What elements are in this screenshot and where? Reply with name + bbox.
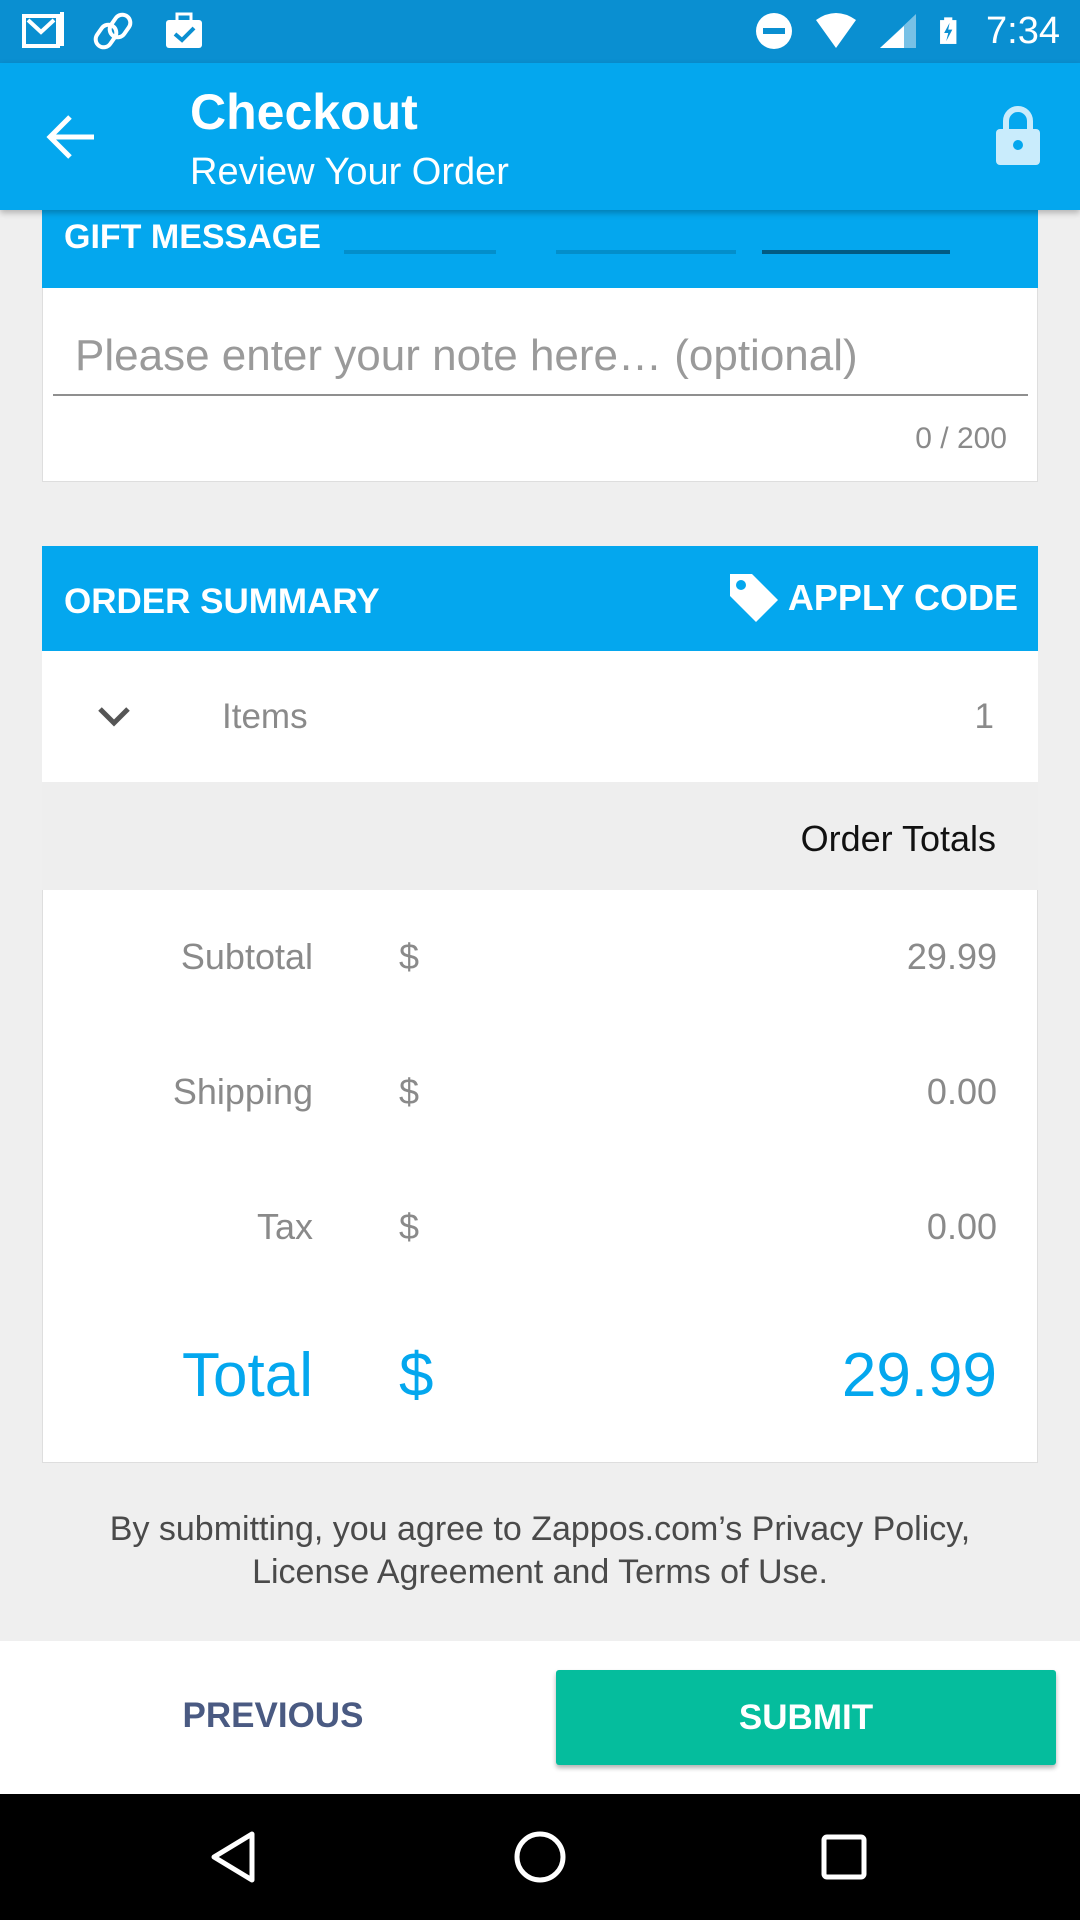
tax-label: Tax [256,1206,313,1247]
subtotal-currency: $ [399,936,420,977]
apply-code-button[interactable]: APPLY CODE [726,570,1018,626]
order-summary-title: ORDER SUMMARY [64,582,380,621]
tag-icon [729,574,778,622]
gift-message-title: GIFT MESSAGE [64,218,321,256]
items-count: 1 [974,697,994,736]
order-totals-card: Subtotal $ 29.99 Shipping $ 0.00 Tax $ 0… [42,890,1038,1463]
tax-value: 0.00 [926,1206,997,1247]
subtotal-value: 29.99 [906,936,997,977]
battery-charging-icon [940,17,957,44]
previous-button[interactable]: PREVIOUS [120,1671,426,1761]
lock-icon[interactable] [994,105,1042,167]
apply-code-label: APPLY CODE [787,577,1018,618]
shipping-label: Shipping [172,1071,313,1112]
total-currency: $ [399,1341,434,1410]
recents-square-icon[interactable] [809,1824,879,1890]
app-bar: Checkout Review Your Order [0,63,1080,210]
legal-line-1: By submitting, you agree to Zappos.com’s… [109,1510,971,1548]
items-row[interactable]: Items 1 [42,651,1038,782]
wifi-icon [816,13,857,48]
subtotal-label: Subtotal [180,936,313,977]
shipping-value: 0.00 [926,1071,997,1112]
signal-icon [880,14,917,48]
total-label: Total [182,1341,313,1410]
home-circle-icon[interactable] [505,1824,575,1890]
briefcase-check-icon [166,12,202,48]
submit-button[interactable]: SUBMIT [556,1670,1056,1765]
order-totals-header: Order Totals [42,782,1038,890]
page-subtitle: Review Your Order [190,151,509,193]
step-indicator-1 [344,250,496,254]
action-bar: PREVIOUS SUBMIT [0,1641,1080,1794]
shipping-currency: $ [399,1071,420,1112]
total-value: 29.99 [841,1341,997,1410]
link-icon [93,12,133,50]
step-indicator-2 [556,250,736,254]
order-summary-header: ORDER SUMMARY APPLY CODE [42,546,1038,651]
char-counter: 0 / 200 [915,422,1007,455]
status-time: 7:34 [986,10,1060,52]
step-indicator-3 [762,250,950,254]
gmail-icon [22,12,64,48]
arrow-back-icon[interactable] [44,111,100,163]
gift-message-header: GIFT MESSAGE [42,210,1038,288]
legal-line-2: License Agreement and Terms of Use. [252,1553,828,1591]
order-totals-title: Order Totals [800,818,996,859]
status-bar: 7:34 [0,0,1080,63]
do-not-disturb-icon [756,13,793,49]
back-triangle-icon[interactable] [200,1824,270,1890]
items-label: Items [222,697,308,736]
gift-message-card: 0 / 200 [42,288,1038,482]
gift-note-input[interactable] [53,318,1028,396]
system-nav-bar [0,1794,1080,1920]
legal-notice: By submitting, you agree to Zappos.com’s… [0,1508,1080,1594]
chevron-down-icon[interactable] [94,697,134,737]
tax-currency: $ [399,1206,420,1247]
page-title: Checkout [190,84,418,140]
